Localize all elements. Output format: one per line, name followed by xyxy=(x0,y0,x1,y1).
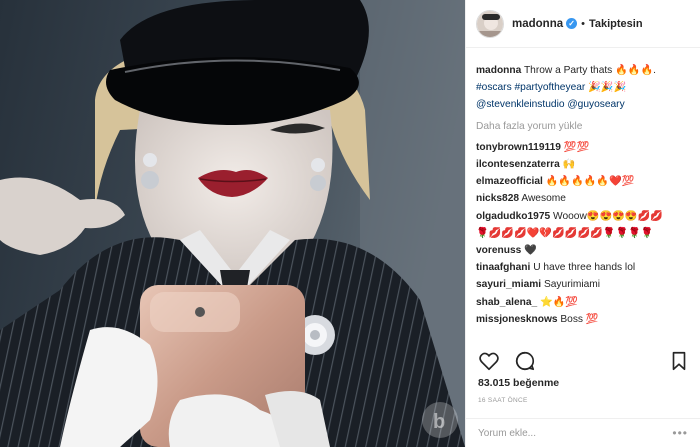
comment-username[interactable]: ilcontesenzaterra xyxy=(476,159,560,170)
comment-text: Sayurimiami xyxy=(543,279,601,291)
action-bar xyxy=(478,350,690,372)
comment-username[interactable]: olgadudko1975 xyxy=(476,211,550,222)
post-side-panel: madonna ✓ • Takiptesin madonna Throw a P… xyxy=(465,0,700,447)
verified-badge-icon: ✓ xyxy=(566,18,578,29)
more-options-icon[interactable]: ••• xyxy=(672,426,688,440)
list-item: shab_alena_ ⭐🔥💯 xyxy=(476,294,692,311)
caption-username[interactable]: madonna xyxy=(476,65,521,76)
bookmark-icon[interactable] xyxy=(668,350,690,372)
comment-text: ⭐🔥💯 xyxy=(540,296,579,308)
comment-text: U have three hands lol xyxy=(533,262,636,274)
list-item: tinaafghani U have three hands lol xyxy=(476,259,692,276)
header-separator: • xyxy=(581,17,585,30)
caption-emojis: 🔥🔥🔥. xyxy=(615,65,657,76)
comment-text: 🙌 xyxy=(562,159,576,171)
comment-username[interactable]: nicks828 xyxy=(476,193,519,204)
caption-hashtag-emojis: 🎉🎉🎉 xyxy=(588,82,627,94)
list-item: 🌹💋💋💋❤️💔💋💋💋💋🌹🌹🌹🌹 xyxy=(476,225,692,242)
comment-username[interactable]: missjonesknows xyxy=(476,314,558,325)
comment-icon[interactable] xyxy=(514,350,536,372)
comment-input[interactable]: Yorum ekle... xyxy=(478,428,672,439)
comment-username[interactable]: elmazeofficial xyxy=(476,176,543,187)
list-item: tonybrown119119 💯💯 xyxy=(476,139,692,156)
comment-text: Boss 💯 xyxy=(560,313,599,325)
post-timestamp[interactable]: 16 SAAT ÖNCE xyxy=(478,397,528,404)
comment-text: 💯💯 xyxy=(563,141,590,153)
comment-username[interactable]: shab_alena_ xyxy=(476,297,537,308)
list-item: ilcontesenzaterra 🙌 xyxy=(476,156,692,173)
avatar[interactable] xyxy=(476,9,504,38)
list-item: elmazeofficial 🔥🔥🔥🔥🔥❤️💯 xyxy=(476,173,692,190)
load-more-comments-link[interactable]: Daha fazla yorum yükle xyxy=(476,118,692,135)
list-item: missjonesknows Boss 💯 xyxy=(476,311,692,328)
comment-text: 🌹💋💋💋❤️💔💋💋💋💋🌹🌹🌹🌹 xyxy=(476,227,654,239)
comments-list: madonna Throw a Party thats 🔥🔥🔥. #oscars… xyxy=(476,62,692,328)
post-header: madonna ✓ • Takiptesin xyxy=(466,0,700,48)
caption-text: Throw a Party thats xyxy=(523,65,613,76)
comment-text: 🖤 xyxy=(524,245,537,257)
list-item: sayuri_miami Sayurimiami xyxy=(476,276,692,293)
following-button[interactable]: Takiptesin xyxy=(589,18,643,30)
add-comment-bar: Yorum ekle... ••• xyxy=(466,418,700,447)
heart-icon[interactable] xyxy=(478,350,500,372)
comment-text: 🔥🔥🔥🔥🔥❤️💯 xyxy=(545,176,635,188)
svg-text:b: b xyxy=(433,411,445,433)
post-photo[interactable]: b xyxy=(0,0,465,447)
caption-mentions[interactable]: @stevenkleinstudio @guyoseary xyxy=(476,99,625,110)
comment-text: Wooow😍😍😍😍💋💋 xyxy=(553,210,663,222)
caption: madonna Throw a Party thats 🔥🔥🔥. #oscars… xyxy=(476,62,692,114)
likes-count[interactable]: 83.015 beğenme xyxy=(478,377,559,389)
comment-username[interactable]: tinaafghani xyxy=(476,262,530,273)
comment-username[interactable]: sayuri_miami xyxy=(476,279,541,290)
comment-text: Awesome xyxy=(521,193,566,205)
list-item: nicks828 Awesome xyxy=(476,190,692,207)
list-item: olgadudko1975 Wooow😍😍😍😍💋💋 xyxy=(476,208,692,225)
avatar-image xyxy=(477,10,503,37)
caption-hashtags[interactable]: #oscars #partyoftheyear xyxy=(476,82,585,93)
comment-username[interactable]: tonybrown119119 xyxy=(476,142,561,153)
comment-username[interactable]: vorenuss xyxy=(476,245,521,256)
list-item: vorenuss 🖤 xyxy=(476,242,692,259)
photo-image: b xyxy=(0,0,465,447)
header-username[interactable]: madonna xyxy=(512,18,563,30)
